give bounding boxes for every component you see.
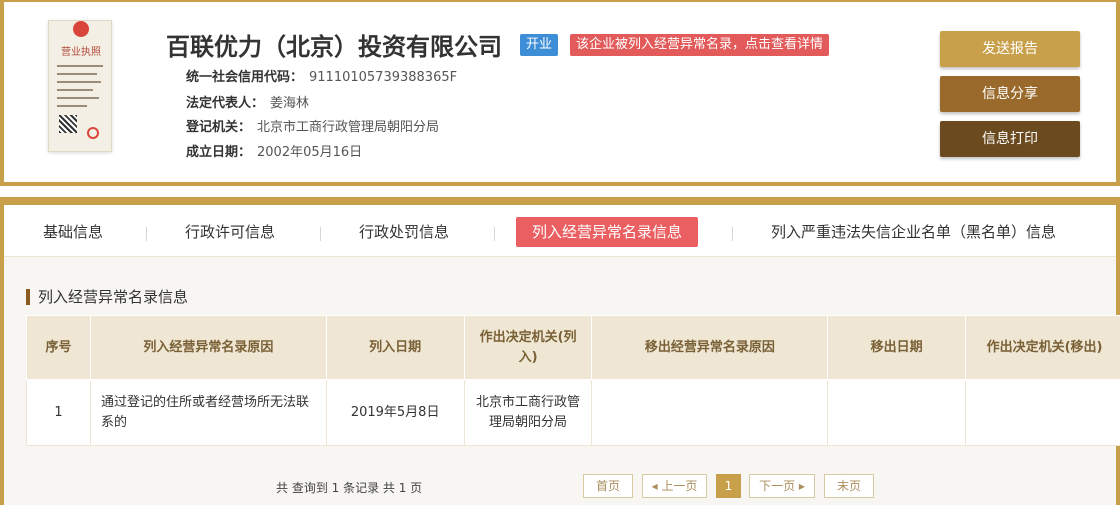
license-text-line	[57, 73, 97, 75]
status-badge: 开业	[520, 34, 559, 56]
current-page-button[interactable]: 1	[716, 474, 741, 498]
print-info-button[interactable]: 信息打印	[940, 121, 1080, 157]
table-row: 1 通过登记的住所或者经营场所无法联系的 2019年5月8日 北京市工商行政管理…	[26, 379, 1120, 446]
qr-code-icon	[59, 115, 77, 133]
tab-separator	[732, 227, 733, 241]
tab-separator	[146, 227, 147, 241]
credit-code-value: 91110105739388365F	[309, 70, 458, 85]
legal-rep-row: 法定代表人： 姜海林	[186, 92, 309, 111]
tab-separator	[320, 227, 321, 241]
cell-remove-date	[827, 379, 967, 446]
national-emblem-icon	[73, 21, 89, 37]
next-page-button[interactable]: 下一页 ▸	[749, 474, 815, 498]
col-header-authority-out: 作出决定机关(移出)	[965, 315, 1120, 380]
cell-authority-out	[965, 379, 1120, 446]
registration-authority-value: 北京市工商行政管理局朝阳分局	[257, 120, 440, 135]
pagination-summary: 共 查询到 1 条记录 共 1 页	[276, 481, 423, 495]
license-text-line	[57, 97, 99, 99]
abnormal-list-warning-link[interactable]: 该企业被列入经营异常名录，点击查看详情	[570, 34, 830, 56]
col-header-authority-in: 作出决定机关(列入)	[463, 315, 593, 380]
detail-panel: 基础信息 行政许可信息 行政处罚信息 列入经营异常名录信息 列入严重违法失信企业…	[0, 197, 1120, 505]
cell-remove-reason	[591, 379, 829, 446]
send-report-button[interactable]: 发送报告	[940, 31, 1080, 67]
established-date-row: 成立日期： 2002年05月16日	[186, 141, 362, 160]
col-header-reason: 列入经营异常名录原因	[89, 315, 327, 380]
col-header-date: 列入日期	[325, 315, 465, 380]
license-text-line	[57, 81, 101, 83]
share-info-button[interactable]: 信息分享	[940, 76, 1080, 112]
cell-date: 2019年5月8日	[325, 379, 465, 446]
tab-admin-penalty[interactable]: 行政处罚信息	[359, 217, 449, 247]
cell-authority-in: 北京市工商行政管理局朝阳分局	[463, 379, 593, 446]
business-license-image[interactable]: 营业执照	[48, 20, 112, 152]
official-seal-icon	[87, 127, 99, 139]
established-date-value: 2002年05月16日	[257, 145, 363, 160]
table-header-row: 序号 列入经营异常名录原因 列入日期 作出决定机关(列入) 移出经营异常名录原因…	[26, 315, 1120, 380]
tab-abnormal-list[interactable]: 列入经营异常名录信息	[516, 217, 699, 247]
license-text-line	[57, 65, 103, 67]
license-text-line	[57, 105, 87, 107]
tab-basic-info[interactable]: 基础信息	[43, 217, 103, 247]
tab-bar: 基础信息 行政许可信息 行政处罚信息 列入经营异常名录信息 列入严重违法失信企业…	[4, 205, 1116, 257]
cell-reason: 通过登记的住所或者经营场所无法联系的	[89, 379, 327, 446]
tab-blacklist[interactable]: 列入严重违法失信企业名单（黑名单）信息	[771, 217, 1056, 247]
col-header-remove-reason: 移出经营异常名录原因	[591, 315, 829, 380]
prev-page-button[interactable]: ◂ 上一页	[642, 474, 707, 498]
cell-no: 1	[26, 379, 91, 446]
tab-admin-license[interactable]: 行政许可信息	[185, 217, 275, 247]
company-card: 营业执照 百联优力（北京）投资有限公司 开业 该企业被列入经营异常名录，点击查看…	[0, 0, 1120, 186]
col-header-no: 序号	[26, 315, 91, 380]
credit-code-label: 统一社会信用代码：	[186, 70, 304, 85]
established-date-label: 成立日期：	[186, 145, 252, 160]
license-text-line	[57, 89, 93, 91]
legal-rep-label: 法定代表人：	[186, 96, 265, 111]
abnormal-list-table: 序号 列入经营异常名录原因 列入日期 作出决定机关(列入) 移出经营异常名录原因…	[26, 315, 1120, 446]
company-name: 百联优力（北京）投资有限公司	[166, 33, 502, 61]
section-title: 列入经营异常名录信息	[26, 289, 188, 305]
last-page-button[interactable]: 末页	[824, 474, 874, 498]
credit-code-row: 统一社会信用代码： 91110105739388365F	[186, 66, 457, 85]
legal-rep-value: 姜海林	[270, 96, 310, 111]
tab-separator	[494, 227, 495, 241]
license-title: 营业执照	[61, 47, 101, 58]
registration-authority-label: 登记机关：	[186, 120, 252, 135]
registration-authority-row: 登记机关： 北京市工商行政管理局朝阳分局	[186, 116, 439, 135]
first-page-button[interactable]: 首页	[583, 474, 633, 498]
col-header-remove-date: 移出日期	[827, 315, 967, 380]
